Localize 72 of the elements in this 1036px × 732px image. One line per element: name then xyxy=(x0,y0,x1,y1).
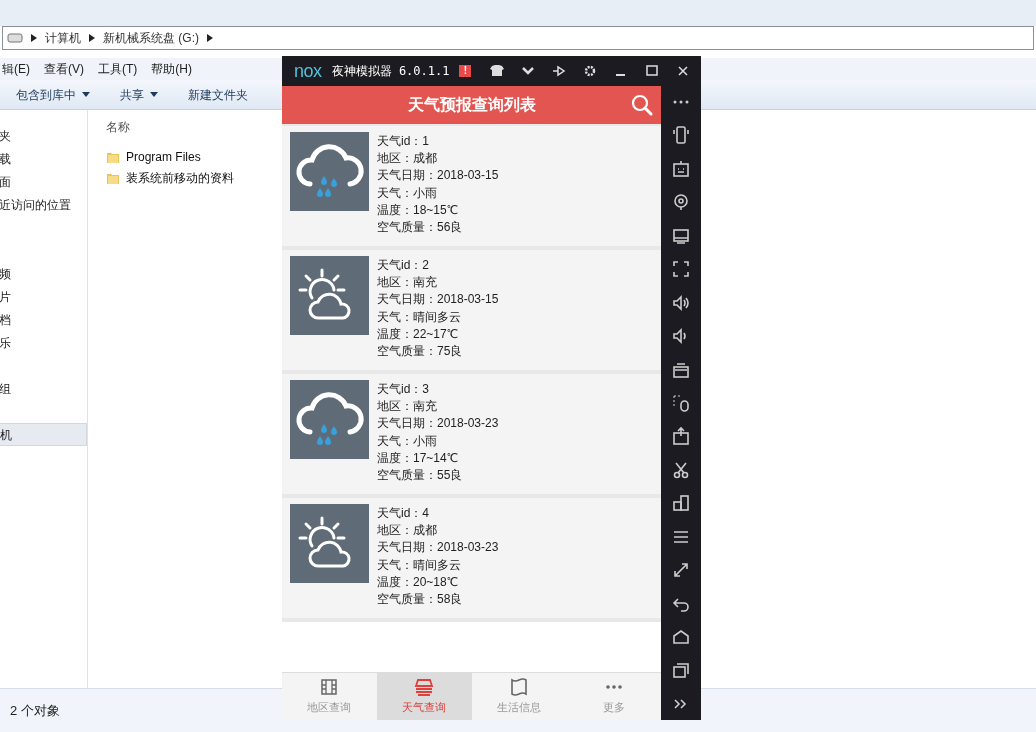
record-field: 天气日期：2018-03-23 xyxy=(377,415,499,433)
volume-up-icon[interactable] xyxy=(671,292,691,313)
record-field: 空气质量：58良 xyxy=(377,591,499,609)
multi-window-icon[interactable] xyxy=(671,493,691,514)
window-title: 夜神模拟器 6.0.1.1 xyxy=(331,63,450,80)
search-icon[interactable] xyxy=(631,94,653,116)
record-field: 空气质量：55良 xyxy=(377,467,499,485)
record-field: 天气日期：2018-03-15 xyxy=(377,167,499,185)
toolbar-button[interactable]: 包含到库中 xyxy=(16,85,90,104)
nav-item[interactable]: 近访问的位置 xyxy=(0,193,87,216)
status-text: 2 个对象 xyxy=(10,701,60,720)
record-card[interactable]: 天气id：4 地区：成都 天气日期：2018-03-23 天气：晴间多云 温度：20~18℃ 空气质量：58良 xyxy=(282,498,661,618)
shirt-icon[interactable] xyxy=(489,63,506,79)
record-field: 天气：晴间多云 xyxy=(377,308,499,326)
emulator-logo: nox xyxy=(294,62,322,80)
record-field: 温度：17~14℃ xyxy=(377,449,499,467)
record-field: 地区：南充 xyxy=(377,398,499,416)
address-bar[interactable]: 计算机 新机械系统盘 (G:) xyxy=(2,26,1034,50)
breadcrumb-arrow-icon[interactable] xyxy=(31,34,37,42)
menu-item[interactable]: 工具(T) xyxy=(98,60,138,78)
file-item[interactable]: 装系统前移动的资料 xyxy=(106,167,234,188)
menu-item[interactable]: 查看(V) xyxy=(44,60,84,78)
file-item[interactable]: Program Files xyxy=(106,146,201,167)
toolbar-button[interactable]: 共享 xyxy=(120,85,158,104)
maximize-icon[interactable] xyxy=(644,63,661,79)
record-card[interactable]: 天气id：2 地区：南充 天气日期：2018-03-15 天气：晴间多云 温度：22~17℃ 空气质量：75良 xyxy=(282,250,661,370)
alert-badge[interactable]: ! xyxy=(459,65,472,77)
breadcrumb-item[interactable]: 新机械系统盘 (G:) xyxy=(103,29,199,47)
record-card[interactable]: 天气id：3 地区：南充 天气日期：2018-03-23 天气：小雨 温度：17~14℃ 空气质量：55良 xyxy=(282,374,661,494)
pin-icon[interactable] xyxy=(551,63,568,79)
record-field: 天气id：1 xyxy=(377,133,499,151)
record-field: 地区：成都 xyxy=(377,150,499,168)
record-field: 地区：成都 xyxy=(377,522,499,540)
nav-item[interactable]: 载 xyxy=(0,147,87,170)
record-field: 天气id：4 xyxy=(377,505,499,523)
record-field: 天气日期：2018-03-23 xyxy=(377,539,499,557)
app-title: 天气预报查询列表 xyxy=(407,95,536,115)
record-field: 天气日期：2018-03-15 xyxy=(377,291,499,309)
location-icon[interactable] xyxy=(671,192,691,213)
breadcrumb-arrow-icon[interactable] xyxy=(207,34,213,42)
home-icon[interactable] xyxy=(671,627,691,647)
phone-shake-icon[interactable] xyxy=(671,125,691,146)
record-field: 天气：小雨 xyxy=(377,432,499,450)
breadcrumb-item[interactable]: 计算机 xyxy=(45,29,81,47)
record-field: 天气id：2 xyxy=(377,257,499,275)
nav-item[interactable]: 机 xyxy=(0,423,87,446)
record-field: 空气质量：56良 xyxy=(377,219,499,237)
menu-item[interactable]: 辑(E) xyxy=(2,60,30,78)
map-icon xyxy=(508,677,529,698)
record-field: 温度：18~15℃ xyxy=(377,201,499,219)
nav-item[interactable]: 乐 xyxy=(0,331,87,354)
recent-apps-icon[interactable] xyxy=(671,660,691,681)
record-field: 温度：22~17℃ xyxy=(377,325,499,343)
drive-icon xyxy=(7,33,23,43)
menu-item[interactable]: 帮助(H) xyxy=(151,60,192,78)
nav-item[interactable]: 片 xyxy=(0,285,87,308)
record-field: 天气id：3 xyxy=(377,381,499,399)
nav-item[interactable]: 夹 xyxy=(0,124,87,147)
breadcrumb-arrow-icon[interactable] xyxy=(89,34,95,42)
record-field: 空气质量：75良 xyxy=(377,343,499,361)
film-icon xyxy=(319,677,340,698)
record-field: 地区：南充 xyxy=(377,274,499,292)
more-icon xyxy=(604,684,623,691)
stacked-tray-icon xyxy=(414,677,435,698)
record-field: 天气：小雨 xyxy=(377,184,499,202)
record-card[interactable]: 天气id：1 地区：成都 天气日期：2018-03-15 天气：小雨 温度：18~15℃ 空气质量：56良 xyxy=(282,126,661,246)
nav-item[interactable]: 面 xyxy=(0,170,87,193)
toolbar-button[interactable]: 新建文件夹 xyxy=(188,85,248,104)
fullscreen-icon[interactable] xyxy=(671,259,691,280)
record-field: 天气：晴间多云 xyxy=(377,556,499,574)
apk-install-icon[interactable] xyxy=(671,426,691,447)
record-field: 温度：20~18℃ xyxy=(377,573,499,591)
